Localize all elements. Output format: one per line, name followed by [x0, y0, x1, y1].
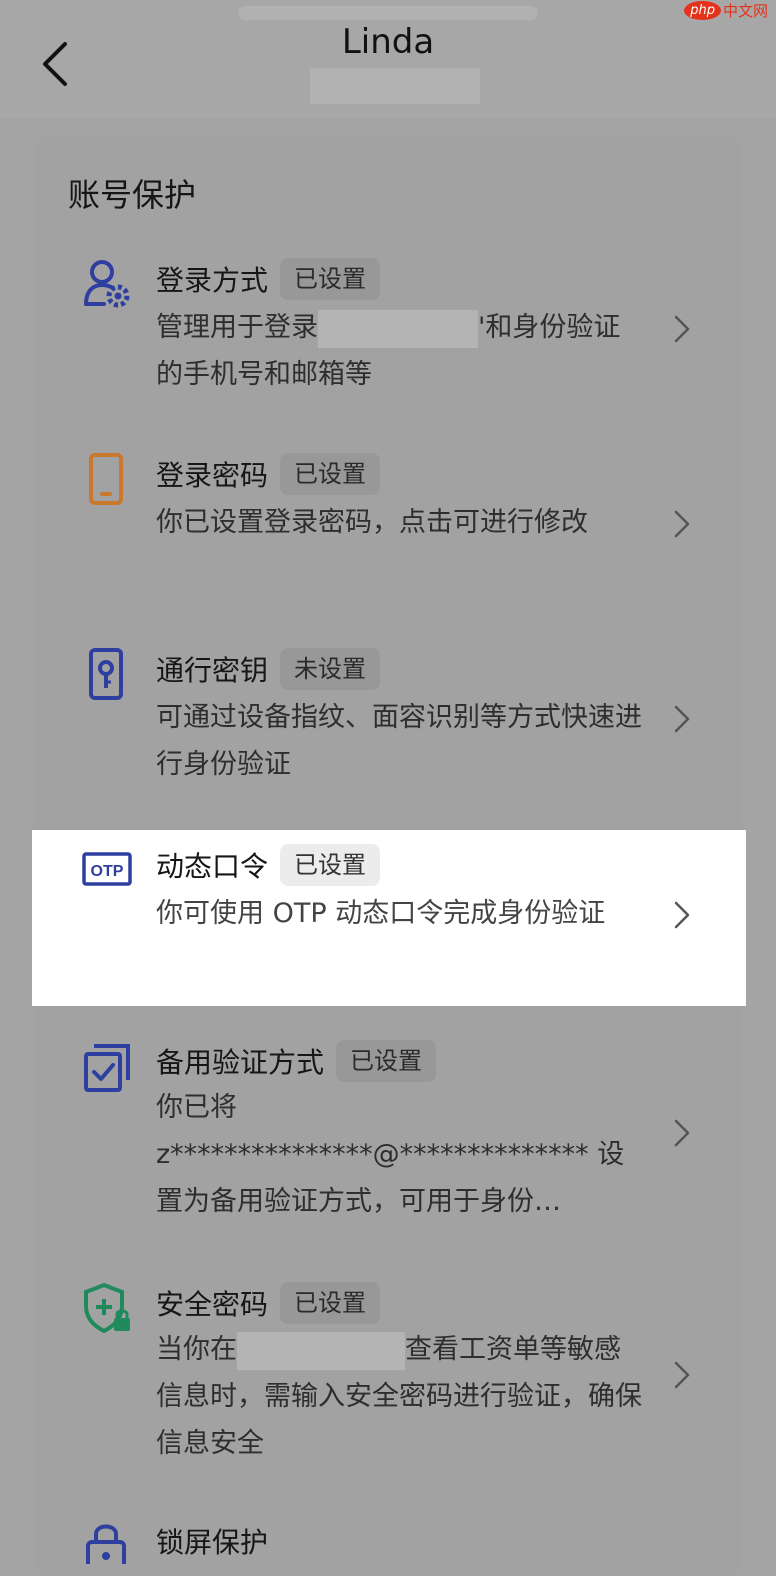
top-bar: Linda php 中文网	[0, 0, 776, 118]
list-item-lock-screen[interactable]: 锁屏保护	[34, 1518, 742, 1564]
item-title: 登录密码	[156, 459, 269, 492]
chevron-right-icon	[674, 1361, 690, 1389]
chevron-right-icon	[674, 705, 690, 733]
item-description: 管理用于登录 '和身份验证的手机号和邮箱等	[156, 304, 646, 398]
status-bar-pill	[238, 6, 538, 20]
user-gear-icon	[84, 260, 130, 308]
list-item-login-method[interactable]: 登录方式 已设置 管理用于登录 '和身份验证的手机号和邮箱等	[34, 248, 742, 418]
item-title: 动态口令	[156, 850, 269, 883]
watermark: php 中文网	[684, 0, 768, 21]
otp-icon-label: OTP	[91, 863, 124, 880]
list-item-login-password[interactable]: 登录密码 已设置 你已设置登录密码，点击可进行修改	[34, 443, 742, 613]
item-title: 通行密钥	[156, 654, 269, 687]
status-badge: 已设置	[280, 453, 381, 495]
item-title: 锁屏保护	[156, 1526, 269, 1559]
phone-icon	[89, 453, 123, 505]
status-badge: 已设置	[336, 1040, 437, 1082]
chevron-right-icon	[674, 901, 690, 929]
item-title: 登录方式	[156, 264, 269, 297]
list-item-security-password[interactable]: 安全密码 已设置 当你在 查看工资单等敏感信息时，需输入安全密码进行验证，确保信息…	[34, 1278, 742, 1498]
subtitle-redacted	[310, 68, 480, 104]
chevron-right-icon	[674, 510, 690, 538]
status-badge: 未设置	[280, 648, 381, 690]
redacted-text	[318, 309, 478, 348]
passkey-icon	[89, 648, 123, 700]
watermark-logo: php	[684, 1, 721, 20]
item-description: 可通过设备指纹、面容识别等方式快速进行身份验证	[156, 702, 642, 780]
otp-icon: OTP	[82, 852, 132, 886]
status-badge: 已设置	[280, 844, 381, 886]
list-item-passkey[interactable]: 通行密钥 未设置 可通过设备指纹、面容识别等方式快速进行身份验证	[34, 638, 742, 808]
item-description: 你已将 z***************@************** 设 置为…	[156, 1092, 625, 1217]
item-description: 你可使用 OTP 动态口令完成身份验证	[156, 898, 606, 929]
checkbox-stack-icon	[84, 1044, 130, 1092]
item-description: 你已设置登录密码，点击可进行修改	[156, 507, 588, 538]
page-title: Linda	[341, 22, 435, 62]
redacted-text	[237, 1331, 405, 1370]
item-title: 安全密码	[156, 1288, 269, 1321]
watermark-text: 中文网	[722, 2, 768, 20]
shield-lock-icon	[84, 1282, 130, 1334]
lock-icon	[86, 1524, 126, 1564]
chevron-right-icon	[674, 315, 690, 343]
list-item-otp[interactable]: OTP 动态口令 已设置 你可使用 OTP 动态口令完成身份验证	[32, 830, 746, 1006]
item-description: 当你在 查看工资单等敏感信息时，需输入安全密码进行验证，确保信息安全	[156, 1326, 646, 1467]
chevron-right-icon	[674, 1119, 690, 1147]
list-item-backup-verification[interactable]: 备用验证方式 已设置 你已将 z***************@********…	[34, 1034, 742, 1254]
status-badge: 已设置	[280, 1282, 381, 1324]
item-title: 备用验证方式	[156, 1046, 325, 1079]
section-title: 账号保护	[68, 176, 197, 214]
status-badge: 已设置	[280, 258, 381, 300]
